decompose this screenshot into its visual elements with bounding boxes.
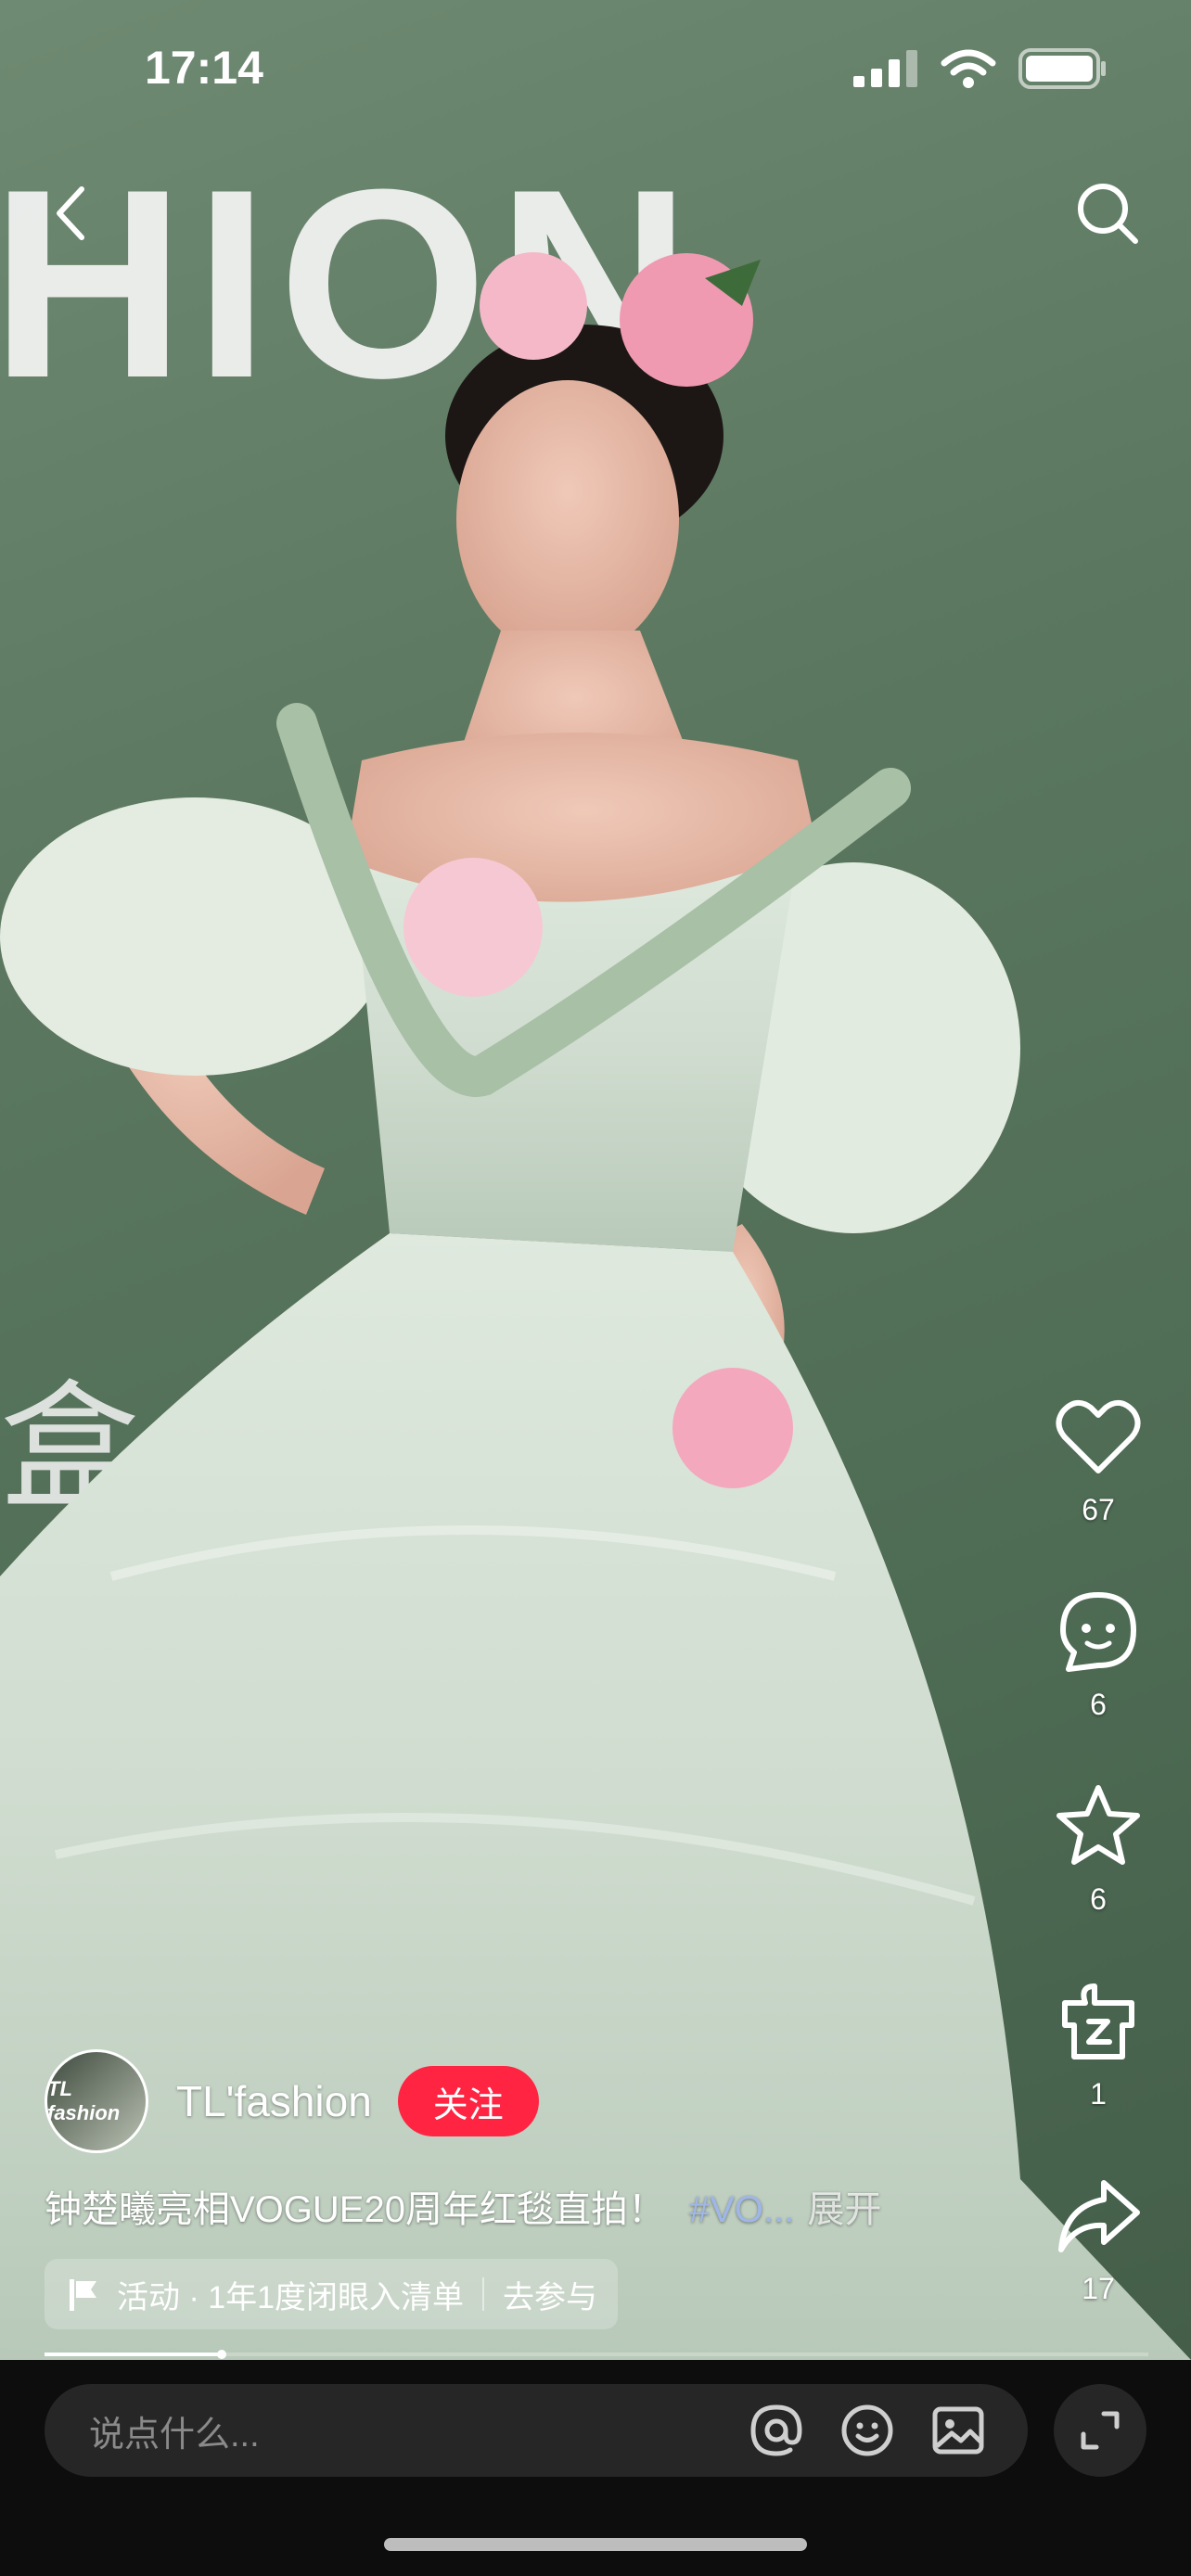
status-time: 17:14 bbox=[145, 42, 263, 94]
heart-icon bbox=[1056, 1399, 1141, 1473]
status-icons bbox=[853, 48, 1108, 89]
collect-button[interactable]: 6 bbox=[1030, 1780, 1167, 1975]
expand-icon bbox=[1081, 2411, 1120, 2450]
battery-icon bbox=[1018, 48, 1106, 89]
author-row: TL fashion TL'fashion 关注 bbox=[45, 2049, 539, 2153]
caption-text: 钟楚曦亮相VOGUE20周年红毯直拍！ bbox=[45, 2189, 665, 2230]
video-progress-bar[interactable] bbox=[45, 2350, 1148, 2359]
activity-join-link[interactable]: 去参与 bbox=[503, 2272, 597, 2317]
like-button[interactable]: 67 bbox=[1030, 1391, 1167, 1586]
bottom-bar: 说点什么... bbox=[0, 2360, 1191, 2576]
comment-tools bbox=[748, 2402, 987, 2459]
activity-label: 活动 · 1年1度闭眼入清单 bbox=[117, 2279, 465, 2315]
star-icon bbox=[1057, 1785, 1140, 1865]
gift-button[interactable]: 1 bbox=[1030, 1975, 1167, 2170]
author-name[interactable]: TL'fashion bbox=[176, 2076, 372, 2126]
fullscreen-button[interactable] bbox=[1054, 2384, 1146, 2477]
emoji-icon[interactable] bbox=[839, 2402, 896, 2459]
follow-button[interactable]: 关注 bbox=[397, 2066, 539, 2136]
caption-hashtag[interactable]: #VO... bbox=[689, 2189, 794, 2230]
video-progress-fill bbox=[45, 2353, 221, 2356]
comment-icon bbox=[1060, 1592, 1136, 1672]
flag-icon bbox=[70, 2279, 96, 2311]
activity-divider bbox=[482, 2277, 485, 2311]
video-progress-knob[interactable] bbox=[217, 2350, 226, 2359]
search-button[interactable] bbox=[1070, 176, 1145, 250]
comment-count: 6 bbox=[1090, 1688, 1107, 1721]
side-actions: 67 6 6 1 17 bbox=[1030, 1391, 1167, 2365]
mention-icon[interactable] bbox=[748, 2402, 805, 2459]
comment-button[interactable]: 6 bbox=[1030, 1586, 1167, 1780]
signal-icon bbox=[853, 50, 917, 87]
caption-expand-link[interactable]: 展开 bbox=[807, 2189, 881, 2230]
share-button[interactable]: 17 bbox=[1030, 2170, 1167, 2365]
like-count: 67 bbox=[1082, 1493, 1115, 1526]
video-frame-person bbox=[0, 252, 1191, 2360]
home-indicator bbox=[384, 2538, 807, 2551]
avatar[interactable]: TL fashion bbox=[45, 2049, 148, 2153]
gift-count: 1 bbox=[1090, 2077, 1107, 2111]
share-count: 17 bbox=[1082, 2272, 1115, 2305]
activity-chip[interactable]: 活动 · 1年1度闭眼入清单 去参与 bbox=[45, 2259, 619, 2329]
gift-icon bbox=[1062, 1983, 1134, 2060]
search-icon bbox=[1078, 184, 1138, 244]
image-icon[interactable] bbox=[929, 2402, 987, 2459]
comment-input[interactable]: 说点什么... bbox=[45, 2384, 1028, 2477]
back-button[interactable] bbox=[33, 176, 108, 250]
share-icon bbox=[1058, 2180, 1140, 2252]
video-player[interactable]: HION 盒 bbox=[0, 0, 1191, 2360]
chevron-left-icon bbox=[57, 186, 84, 240]
collect-count: 6 bbox=[1090, 1882, 1107, 1916]
comment-placeholder: 说点什么... bbox=[89, 2415, 260, 2455]
caption[interactable]: 钟楚曦亮相VOGUE20周年红毯直拍！ #VO... 展开 bbox=[45, 2179, 881, 2233]
wifi-icon bbox=[941, 49, 996, 88]
